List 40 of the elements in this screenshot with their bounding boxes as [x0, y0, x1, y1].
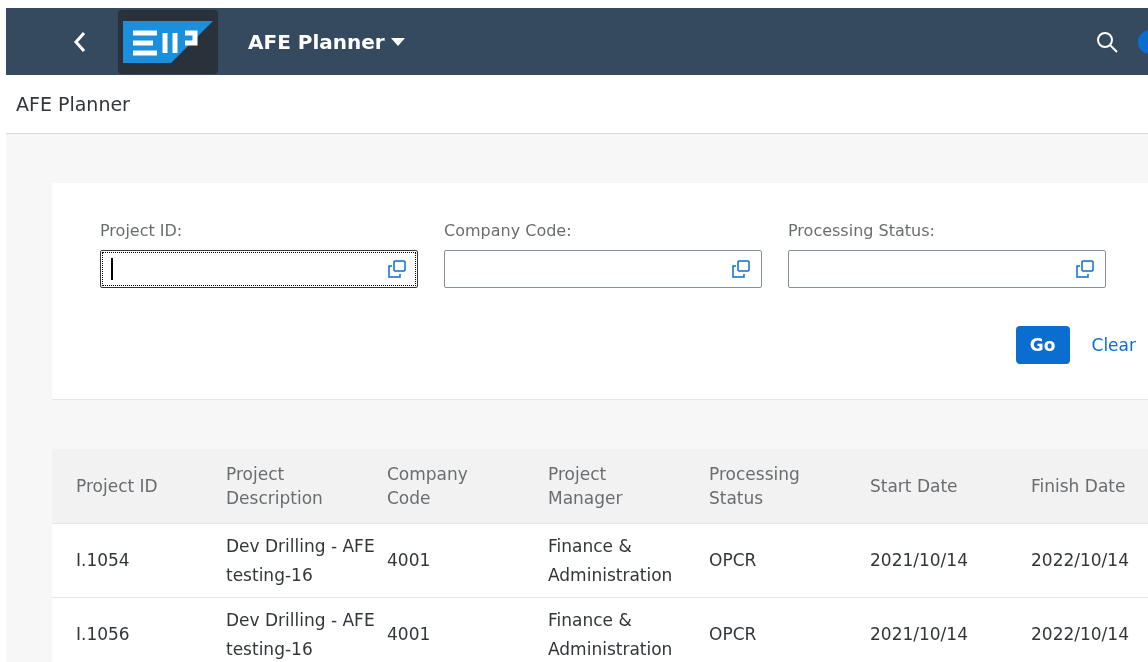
table-cell-text: I.1054 [76, 549, 131, 572]
column-header: Processing Status [709, 463, 801, 510]
dropdown-icon [390, 37, 405, 46]
input-field[interactable] [444, 250, 762, 288]
field-label: Processing Status: [788, 221, 936, 240]
column-header: Finish Date [1031, 475, 1127, 498]
table-cell-text: Dev Drilling - AFE testing-16 [226, 608, 376, 661]
table-cell-text: OPCR [709, 549, 758, 572]
table-cell-text: 2022/10/14 [1031, 549, 1130, 572]
text-cursor [111, 258, 113, 280]
logo-icon [123, 20, 213, 63]
table-cell-text: 2021/10/14 [870, 623, 969, 646]
search-icon [1096, 30, 1118, 53]
value-help-icon[interactable] [731, 259, 751, 279]
table-cell-text: OPCR [709, 623, 758, 646]
back-icon [73, 30, 87, 53]
table-cell-text: Finance & Administration [548, 608, 674, 661]
table-cell-text: 2022/10/14 [1031, 623, 1130, 646]
field-label: Project ID: [100, 221, 184, 240]
column-header: Company Code [387, 463, 469, 510]
table-cell-text: Dev Drilling - AFE testing-16 [226, 534, 376, 587]
column-header: Project Manager [548, 463, 624, 510]
page-title: AFE Planner [16, 93, 130, 115]
field-label: Company Code: [444, 221, 573, 240]
table-cell-text: 4001 [387, 623, 432, 646]
value-help-icon[interactable] [1075, 259, 1095, 279]
table-cell-text: I.1056 [76, 623, 131, 646]
table-cell-text: 4001 [387, 549, 432, 572]
column-header: Project ID [76, 475, 159, 498]
table-cell-text: Finance & Administration [548, 534, 674, 587]
app-title-menu[interactable]: AFE Planner [248, 29, 405, 54]
search-button[interactable] [1096, 30, 1118, 53]
clear-link[interactable]: Clear [1091, 335, 1136, 355]
input-field[interactable] [100, 250, 418, 288]
column-header: Start Date [870, 475, 959, 498]
value-help-icon[interactable] [387, 259, 407, 279]
go-button[interactable]: Go [1015, 326, 1070, 364]
table-cell-text: 2021/10/14 [870, 549, 969, 572]
column-header: Project Description [226, 463, 324, 510]
input-field[interactable] [788, 250, 1106, 288]
